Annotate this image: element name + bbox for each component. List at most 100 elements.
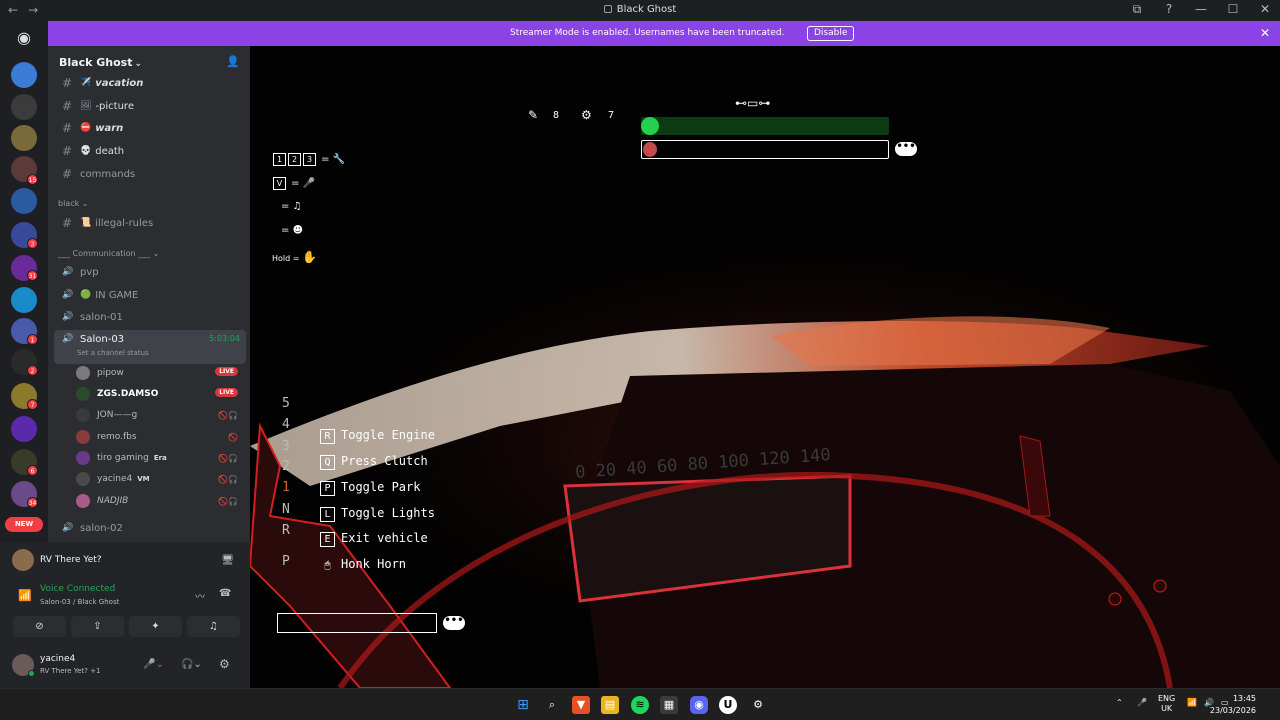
wrench-count: 7 — [608, 110, 615, 121]
voice-member[interactable]: ZGS.DAMSO LIVE — [76, 384, 242, 404]
wifi-icon[interactable]: 📶 — [1187, 698, 1197, 707]
member-name: ZGS.DAMSO — [97, 389, 159, 399]
user-status: RV There Yet? +1 — [40, 667, 101, 675]
username[interactable]: yacine4 — [40, 654, 75, 664]
channel-warn[interactable]: # ⛔ warn — [54, 117, 246, 139]
disable-button[interactable]: Disable — [807, 26, 855, 41]
disconnect-icon[interactable]: ☎ — [219, 588, 231, 599]
server-icon-2[interactable] — [11, 94, 37, 120]
new-badge[interactable]: NEW — [5, 517, 43, 532]
window-title-text: Black Ghost — [616, 4, 677, 15]
voice-status[interactable]: Voice Connected — [40, 584, 115, 594]
close-button[interactable]: ✕ — [1258, 2, 1272, 17]
voice-channel-salon-02[interactable]: 🔊 salon-02 — [54, 517, 246, 539]
voice-member[interactable]: pipow LIVE — [76, 363, 242, 383]
activity-card[interactable]: RV There Yet? 🖥 — [4, 545, 246, 575]
channel-illegal-rules[interactable]: # 📜 illegal-rules — [54, 212, 246, 234]
unread-badge: 15 — [27, 174, 38, 185]
voice-channel-pvp[interactable]: 🔊 pvp — [54, 261, 246, 283]
muted-icon: 🚫🎧 — [218, 474, 238, 484]
channel-status-input[interactable]: Set a channel status — [77, 349, 149, 357]
channel-picture[interactable]: # 🖼 -picture — [54, 95, 246, 117]
hold-label: Hold — [272, 254, 291, 263]
channel-name: salon-02 — [80, 522, 123, 534]
server-icon-12[interactable] — [11, 416, 37, 442]
green-circle-icon: 🟢 — [80, 290, 92, 300]
category-black[interactable]: black ⌄ — [58, 199, 88, 208]
game-chat-input[interactable] — [277, 613, 437, 633]
server-icon-8[interactable] — [11, 287, 37, 313]
key-badge: R — [320, 429, 335, 444]
avatar — [76, 366, 90, 380]
voice-timer: 5:03:04 — [209, 334, 240, 343]
activities-icon[interactable]: ✦ — [129, 616, 182, 637]
key-2: 2 — [288, 153, 301, 166]
screen-share-icon[interactable]: 🖥 — [221, 555, 234, 566]
voice-location[interactable]: Salon-03 / Black Ghost — [40, 598, 119, 606]
brave-browser-icon[interactable]: ▼ — [572, 696, 590, 714]
file-explorer-icon[interactable]: ▤ — [601, 696, 619, 714]
mic-icon: 🎤 — [302, 178, 316, 189]
server-icon-5[interactable] — [11, 188, 37, 214]
muted-icon: 🚫🎧 — [218, 496, 238, 506]
unread-badge: 34 — [27, 497, 38, 508]
screen-share-button[interactable]: ⇪ — [71, 616, 124, 637]
volume-hint: = ♫ — [281, 201, 302, 212]
server-icon-1[interactable] — [11, 62, 37, 88]
key-v: V — [273, 177, 286, 190]
voice-channel-salon-03[interactable]: 🔊 Salon-03 5:03:04 Set a channel status — [54, 330, 246, 364]
player-avatar — [643, 142, 657, 157]
channel-commands[interactable]: # commands — [54, 163, 246, 185]
spotify-icon[interactable]: ≋ — [631, 696, 649, 714]
control-hint: L Toggle Lights — [320, 506, 435, 522]
language-indicator[interactable]: ENG UK — [1158, 694, 1175, 714]
category-communication[interactable]: ___ Communication ___ ⌄ — [58, 249, 159, 258]
pencil-icon: ✎ — [528, 108, 539, 122]
discord-icon[interactable]: ◉ — [690, 696, 708, 714]
voice-channel-in-game[interactable]: 🔊 🟢 IN GAME — [54, 284, 246, 306]
store-icon[interactable]: ▦ — [660, 696, 678, 714]
emote-hint: = ☻ — [281, 225, 303, 236]
channel-vacation[interactable]: # ✈️ vacation — [54, 72, 246, 94]
system-clock[interactable]: 13:45 23/03/2026 — [1210, 693, 1256, 717]
gear-label-active: 1 — [282, 480, 290, 495]
channel-name: IN GAME — [95, 289, 139, 301]
invite-icon[interactable]: 👤 — [226, 55, 240, 68]
tray-chevron-icon[interactable]: ⌃ — [1116, 698, 1123, 707]
member-name: yacine4 — [97, 474, 133, 484]
maximize-button[interactable]: ☐ — [1226, 2, 1240, 17]
voice-channel-salon-01[interactable]: 🔊 salon-01 — [54, 306, 246, 328]
unreal-icon[interactable]: U — [719, 696, 737, 714]
windows-start-icon[interactable]: ⊞ — [514, 696, 532, 714]
mic-muted-icon[interactable]: 🎤⌄ — [143, 659, 164, 670]
channel-death[interactable]: # 💀 death — [54, 140, 246, 162]
hash-icon: # — [62, 99, 73, 113]
headphones-icon[interactable]: 🎧⌄ — [181, 659, 202, 670]
voice-member[interactable]: tiro gaming Era 🚫🎧 — [76, 448, 242, 468]
steam-icon[interactable]: ⚙ — [749, 696, 767, 714]
voice-member[interactable]: remo.fbs 🚫 — [76, 427, 242, 447]
server-icon-3[interactable] — [11, 125, 37, 151]
voice-key: V = 🎤 — [273, 177, 315, 190]
member-name: remo.fbs — [97, 432, 137, 442]
member-name: pipow — [97, 368, 124, 378]
soundboard-icon[interactable]: ♫ — [187, 616, 240, 637]
current-user: yacine4 RV There Yet? +1 🎤⌄ 🎧⌄ ⚙ — [0, 648, 250, 686]
noise-suppression-icon[interactable]: 〰 — [195, 588, 205, 603]
voice-member[interactable]: yacine4 VM 🚫🎧 — [76, 469, 242, 489]
minimize-button[interactable]: — — [1194, 2, 1208, 17]
voice-member[interactable]: JON——g 🚫🎧 — [76, 405, 242, 425]
discord-home-icon[interactable]: ◉ — [11, 25, 37, 51]
help-icon[interactable]: ? — [1162, 2, 1176, 17]
close-icon[interactable]: ✕ — [1260, 26, 1270, 40]
voice-member[interactable]: NADJIB 🚫🎧 — [76, 491, 242, 511]
search-icon[interactable]: ⌕ — [543, 696, 561, 714]
hash-icon: # — [62, 144, 73, 158]
unread-badge: 2 — [27, 365, 38, 376]
mic-tray-icon[interactable]: 🎤 — [1137, 698, 1147, 707]
chat-bubble-icon: ••• — [443, 616, 465, 630]
volume-icon: ♫ — [292, 201, 302, 212]
inbox-icon[interactable]: ⧉ — [1130, 2, 1144, 17]
camera-off-icon[interactable]: ⊘ — [13, 616, 66, 637]
settings-gear-icon[interactable]: ⚙ — [219, 657, 230, 671]
